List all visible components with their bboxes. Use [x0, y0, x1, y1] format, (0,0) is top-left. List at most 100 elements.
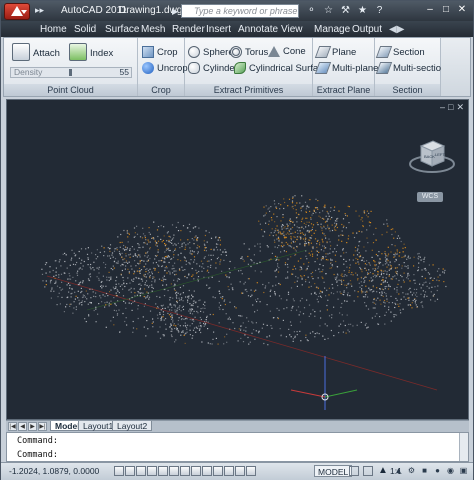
- polar-icon[interactable]: [147, 466, 157, 476]
- section-icon: [375, 46, 393, 58]
- multi-section-button[interactable]: Multi-section: [375, 62, 446, 74]
- lock-icon[interactable]: ■: [419, 465, 430, 476]
- density-slider[interactable]: Density 55: [10, 67, 132, 78]
- point-cloud: [41, 195, 447, 410]
- dyn-icon[interactable]: [202, 466, 212, 476]
- autocad-window: ▸▸ AutoCAD 2011 Drawing1.dwg Type a keyw…: [0, 0, 474, 480]
- status-tray: ▲ ⚙ ■ ● ◉ ▣: [393, 465, 469, 476]
- torus-icon: [230, 46, 242, 58]
- y-axis-line: [86, 249, 308, 311]
- cone-button[interactable]: Cone: [268, 46, 306, 57]
- quick-properties-icon[interactable]: [235, 466, 245, 476]
- cylinder-icon: [188, 62, 200, 74]
- multi-plane-icon: [314, 62, 332, 74]
- model-space-button[interactable]: MODEL: [314, 465, 353, 477]
- tab-layout2[interactable]: Layout2: [112, 421, 153, 431]
- selection-cycling-icon[interactable]: [246, 466, 256, 476]
- tab-home[interactable]: Home: [37, 22, 70, 37]
- panel-title-extract-plane: Extract Plane: [313, 84, 374, 96]
- command-prompt[interactable]: Command:: [17, 450, 58, 460]
- viewcube-front-label: BACK: [424, 154, 435, 159]
- plane-button[interactable]: Plane: [314, 46, 356, 58]
- clean-screen-icon[interactable]: ▣: [458, 465, 469, 476]
- tools-icon[interactable]: ⚒: [339, 4, 352, 17]
- layout-nav: |◀ ◀ ▶ ▶|: [8, 422, 47, 431]
- quick-view-icon[interactable]: [349, 466, 359, 476]
- otrack-icon[interactable]: [180, 466, 190, 476]
- tab-manage[interactable]: Manage: [311, 22, 353, 37]
- uncrop-button[interactable]: Uncrop: [142, 62, 188, 74]
- panel-extract-primitives: Sphere Torus Cone Cylinder Cylindrical S…: [185, 38, 328, 96]
- workspace-switch-icon[interactable]: ⚙: [406, 465, 417, 476]
- close-icon[interactable]: ✕: [455, 4, 469, 16]
- status-bar: -1.2024, 1.0879, 0.0000 MODEL ▲ 1:1 ▲ ⚙ …: [1, 462, 473, 480]
- ribbon-tabs: Home Solid Surface Mesh Render Insert An…: [1, 21, 473, 37]
- prev-layout-icon[interactable]: ◀: [18, 422, 27, 431]
- drawing-viewport[interactable]: – □ ✕ BACK LEFT WCS: [6, 99, 469, 420]
- panel-title-extract-primitives: Extract Primitives: [185, 84, 312, 96]
- 3d-osnap-icon[interactable]: [169, 466, 179, 476]
- more-tabs-icon[interactable]: ◀▶: [386, 22, 407, 37]
- multi-plane-button[interactable]: Multi-plane: [314, 62, 378, 74]
- first-layout-icon[interactable]: |◀: [8, 422, 17, 431]
- command-line[interactable]: Command: Command:: [6, 432, 469, 462]
- next-layout-icon[interactable]: ▶: [28, 422, 37, 431]
- tab-output[interactable]: Output: [349, 22, 385, 37]
- annotation-scale-icon[interactable]: ▲: [378, 465, 388, 476]
- search-input[interactable]: Type a keyword or phrase: [172, 4, 299, 18]
- crop-icon: [142, 46, 154, 58]
- wcs-menu[interactable]: WCS: [417, 192, 443, 202]
- annotation-visibility-icon[interactable]: ▲: [393, 465, 404, 476]
- snap-icon[interactable]: [114, 466, 124, 476]
- crop-button[interactable]: Crop: [142, 46, 178, 58]
- tab-surface[interactable]: Surface: [102, 22, 142, 37]
- exchange-icon[interactable]: ★: [356, 4, 369, 17]
- ribbon-panel: Attach Index Density 55 Point Cloud Crop…: [3, 37, 471, 97]
- attach-button[interactable]: Attach: [33, 48, 60, 59]
- command-scrollbar[interactable]: [459, 433, 468, 461]
- drafting-toggles: [114, 466, 256, 476]
- quick-view-drawings-icon[interactable]: [363, 466, 373, 476]
- cylinder-button[interactable]: Cylinder: [188, 62, 238, 74]
- quick-access-toolbar[interactable]: ▸▸: [35, 5, 44, 16]
- sphere-button[interactable]: Sphere: [188, 46, 234, 58]
- tab-render[interactable]: Render: [169, 22, 208, 37]
- restore-icon[interactable]: □: [439, 4, 453, 16]
- attach-icon: [12, 43, 30, 61]
- ribbon-empty-area: [441, 38, 470, 96]
- section-button[interactable]: Section: [375, 46, 425, 58]
- transparency-icon[interactable]: [224, 466, 234, 476]
- panel-title-point-cloud: Point Cloud: [4, 84, 137, 96]
- command-history-line: Command:: [17, 436, 58, 446]
- tab-annotate[interactable]: Annotate: [235, 22, 281, 37]
- viewcube-side-label: LEFT: [435, 152, 445, 157]
- tab-view[interactable]: View: [278, 22, 306, 37]
- help-icon[interactable]: ?: [373, 4, 386, 17]
- viewcube[interactable]: BACK LEFT: [407, 136, 457, 176]
- lineweight-icon[interactable]: [213, 466, 223, 476]
- density-label: Density: [14, 67, 43, 77]
- tab-insert[interactable]: Insert: [203, 22, 234, 37]
- sphere-icon: [188, 46, 200, 58]
- osnap-icon[interactable]: [158, 466, 168, 476]
- last-layout-icon[interactable]: ▶|: [38, 422, 47, 431]
- grid-icon[interactable]: [125, 466, 135, 476]
- minimize-icon[interactable]: –: [423, 4, 437, 16]
- ortho-icon[interactable]: [136, 466, 146, 476]
- density-value: 55: [119, 67, 129, 77]
- star-icon[interactable]: ☆: [322, 4, 335, 17]
- index-button[interactable]: Index: [90, 48, 113, 59]
- isolate-objects-icon[interactable]: ◉: [445, 465, 456, 476]
- density-slider-thumb[interactable]: [69, 69, 72, 76]
- binoculars-icon[interactable]: ⚬: [305, 4, 318, 17]
- tab-mesh[interactable]: Mesh: [138, 22, 168, 37]
- uncrop-icon: [142, 62, 154, 74]
- torus-button[interactable]: Torus: [230, 46, 268, 58]
- tab-solid[interactable]: Solid: [71, 22, 99, 37]
- app-title: AutoCAD 2011: [61, 5, 127, 16]
- ucs-toggle-icon[interactable]: [191, 466, 201, 476]
- cone-icon: [268, 46, 280, 57]
- application-menu-button[interactable]: [4, 3, 30, 20]
- panel-crop: Crop Uncrop Crop: [138, 38, 188, 96]
- hardware-accel-icon[interactable]: ●: [432, 465, 443, 476]
